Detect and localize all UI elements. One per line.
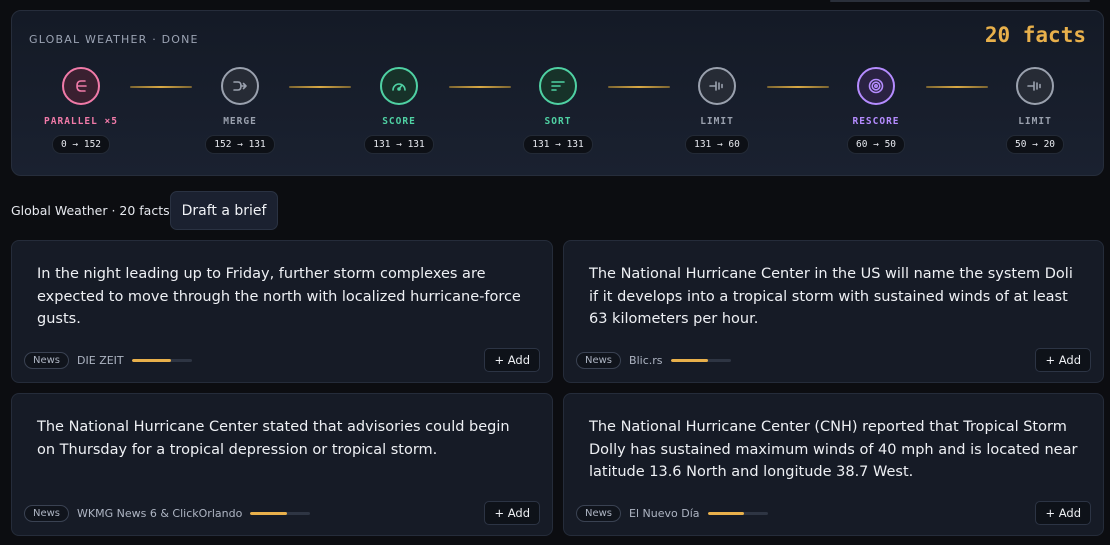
stage-label: PARALLEL ×5 [44, 116, 118, 127]
stage-count: 50 → 20 [1005, 135, 1065, 154]
relevance-meter [670, 358, 731, 362]
stage-count: 0 → 152 [51, 135, 111, 154]
stage-label: MERGE [223, 116, 257, 127]
add-fact-button[interactable]: + Add [484, 501, 540, 525]
stage-circle [857, 67, 895, 105]
stage-circle [1016, 67, 1054, 105]
stage-count: 60 → 50 [846, 135, 906, 154]
stage-label: SORT [544, 116, 572, 127]
source-name: Blic.rs [629, 353, 663, 367]
stage-label: SCORE [382, 116, 416, 127]
stage-circle [539, 67, 577, 105]
card-footer: News DIE ZEIT + Add [24, 348, 540, 372]
source-name: WKMG News 6 & ClickOrlando [77, 506, 243, 520]
add-fact-button[interactable]: + Add [1035, 501, 1091, 525]
relevance-meter-fill [707, 511, 744, 515]
stage-sort[interactable]: SORT 131 → 131 [488, 67, 628, 154]
target-icon [868, 78, 884, 94]
facts-count: 20 facts [984, 23, 1086, 47]
gauge-icon [392, 83, 406, 91]
stage-rescore[interactable]: RESCORE 60 → 50 [806, 67, 946, 154]
collection-label: Global Weather · 20 facts [11, 203, 170, 218]
news-badge: News [24, 504, 70, 522]
relevance-meter-fill [250, 511, 288, 515]
fact-card: The National Hurricane Center (CNH) repo… [563, 393, 1104, 536]
fact-card: The National Hurricane Center in the US … [563, 240, 1104, 383]
card-footer: News WKMG News 6 & ClickOrlando + Add [24, 501, 540, 525]
limit-icon [709, 81, 723, 91]
stage-label: LIMIT [700, 116, 734, 127]
stage-circle [698, 67, 736, 105]
relevance-meter-fill [670, 358, 708, 362]
parallel-icon [76, 80, 87, 92]
fact-card: In the night leading up to Friday, furth… [11, 240, 553, 383]
add-fact-button[interactable]: + Add [484, 348, 540, 372]
stage-label: LIMIT [1018, 116, 1052, 127]
sort-icon [551, 81, 565, 91]
stage-circle [62, 67, 100, 105]
source-name: El Nuevo Día [629, 506, 700, 520]
relevance-meter [131, 358, 192, 362]
pipeline-title: GLOBAL WEATHER · DONE [29, 33, 199, 46]
card-footer: News Blic.rs + Add [576, 348, 1091, 372]
merge-icon [233, 81, 247, 91]
pipeline-panel: GLOBAL WEATHER · DONE 20 facts PARALLEL … [11, 10, 1104, 176]
relevance-meter [250, 511, 311, 515]
stage-circle [221, 67, 259, 105]
card-footer: News El Nuevo Día + Add [576, 501, 1091, 525]
stage-circle [380, 67, 418, 105]
stage-count: 152 → 131 [205, 135, 275, 154]
fact-text: The National Hurricane Center stated tha… [37, 419, 510, 458]
news-badge: News [576, 351, 622, 369]
stage-limit[interactable]: LIMIT 131 → 60 [647, 67, 787, 154]
limit-icon [1027, 81, 1041, 91]
stage-score[interactable]: SCORE 131 → 131 [329, 67, 469, 154]
top-divider [830, 0, 1090, 2]
fact-card: The National Hurricane Center stated tha… [11, 393, 553, 536]
relevance-meter-fill [131, 358, 171, 362]
source-name: DIE ZEIT [77, 353, 124, 367]
stage-count: 131 → 131 [364, 135, 434, 154]
draft-brief-button[interactable]: Draft a brief [170, 191, 278, 230]
stage-count: 131 → 131 [523, 135, 593, 154]
stage-label: RESCORE [852, 116, 900, 127]
fact-text: The National Hurricane Center in the US … [589, 266, 1073, 327]
fact-text: The National Hurricane Center (CNH) repo… [589, 419, 1078, 480]
stage-limit-final[interactable]: LIMIT 50 → 20 [965, 67, 1105, 154]
stage-merge[interactable]: MERGE 152 → 131 [170, 67, 310, 154]
relevance-meter [707, 511, 768, 515]
add-fact-button[interactable]: + Add [1035, 348, 1091, 372]
fact-text: In the night leading up to Friday, furth… [37, 266, 521, 327]
stage-parallel[interactable]: PARALLEL ×5 0 → 152 [11, 67, 151, 154]
news-badge: News [576, 504, 622, 522]
news-badge: News [24, 351, 70, 369]
stage-count: 131 → 60 [685, 135, 749, 154]
